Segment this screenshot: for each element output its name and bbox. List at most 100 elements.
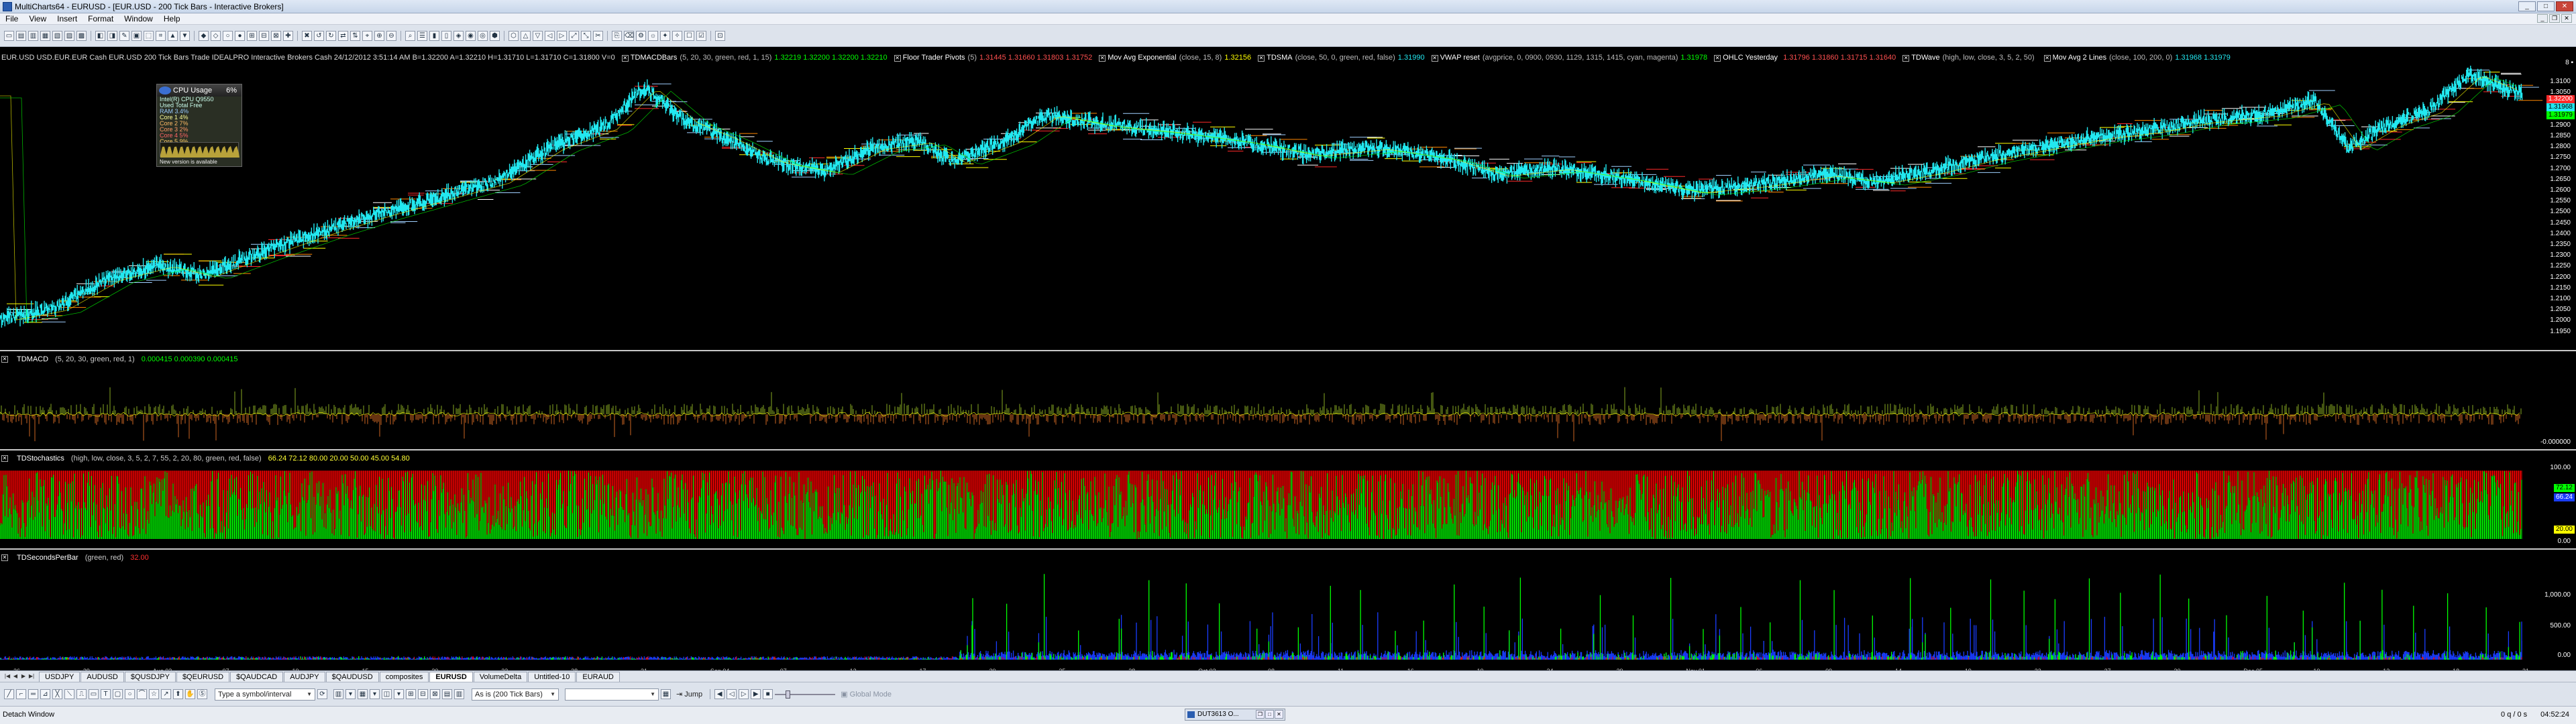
date-field[interactable]: ▼ bbox=[565, 688, 659, 701]
toolbar-tool-48-icon[interactable]: ⎘ bbox=[612, 30, 622, 41]
toolbar-tool-34-icon[interactable]: ▮ bbox=[429, 30, 439, 41]
tab-first-icon[interactable]: |◀ bbox=[4, 672, 11, 680]
toolbar-tool-8-icon[interactable]: ◧ bbox=[95, 30, 105, 41]
drawing-tool-17-icon[interactable]: Ⓢ bbox=[197, 689, 207, 699]
format-tool-1-icon[interactable]: ▥ bbox=[333, 689, 343, 699]
study-legend-item[interactable]: ✕ Mov Avg 2 Lines (close, 100, 200, 0) 1.31… bbox=[2043, 54, 2231, 62]
toolbar-tool-43-icon[interactable]: ◁ bbox=[545, 30, 555, 41]
workspace-tab[interactable]: Untitled-10 bbox=[528, 671, 576, 682]
workspace-tab[interactable]: $QEURUSD bbox=[176, 671, 230, 682]
jump-button[interactable]: ⇥ Jump bbox=[673, 688, 706, 701]
toolbar-tool-46-icon[interactable]: ⤡ bbox=[581, 30, 591, 41]
toolbar-tool-20-icon[interactable]: ⊞ bbox=[247, 30, 257, 41]
study-legend-item[interactable]: ✕ Floor Trader Pivots (5) 1.31445 1.31660 1… bbox=[894, 54, 1092, 62]
maximize-button[interactable]: □ bbox=[2537, 1, 2555, 11]
format-tool-11-icon[interactable]: ▥ bbox=[454, 689, 464, 699]
study-close-icon[interactable]: ✕ bbox=[1258, 55, 1265, 62]
toolbar-tool-5-icon[interactable]: ▧ bbox=[52, 30, 62, 41]
cpu-usage-widget[interactable]: CPU Usage 6% Intel(R) CPU Q9550 Used Tota… bbox=[156, 84, 242, 167]
study-legend-item[interactable]: ✕ TDWave (high, low, close, 3, 5, 2, 50) bbox=[1902, 54, 2037, 62]
study-close-icon[interactable]: ✕ bbox=[621, 55, 629, 62]
macd-axis[interactable]: -0.000000 bbox=[2529, 353, 2576, 449]
study-legend-item[interactable]: ✕ TDMACDBars (5, 20, 30, green, red, 1, 15… bbox=[621, 54, 888, 62]
toolbar-tool-29-icon[interactable]: ⌖ bbox=[362, 30, 372, 41]
drawing-tool-11-icon[interactable]: ○ bbox=[125, 689, 135, 699]
toolbar-tool-51-icon[interactable]: ☼ bbox=[648, 30, 658, 41]
drawing-tool-10-icon[interactable]: ▢ bbox=[113, 689, 123, 699]
study-legend-item[interactable]: ✕ VWAP reset (avgprice, 0, 0900, 0930, 112… bbox=[1431, 54, 1707, 62]
drawing-tool-3-icon[interactable]: ═ bbox=[28, 689, 38, 699]
cpu-footer[interactable]: New version is available bbox=[160, 159, 217, 165]
menu-view[interactable]: View bbox=[23, 14, 52, 23]
study-close-icon[interactable]: ✕ bbox=[894, 55, 901, 62]
resolution-select[interactable]: As is (200 Tick Bars) ▼ bbox=[472, 688, 559, 701]
drawing-tool-2-icon[interactable]: ⌐ bbox=[16, 689, 26, 699]
drawing-tool-7-icon[interactable]: ⎍ bbox=[76, 689, 87, 699]
minimized-window[interactable]: DUT3613 O... ❐ □ ✕ bbox=[1185, 709, 1285, 721]
drawing-tool-1-icon[interactable]: ╱ bbox=[4, 689, 14, 699]
tab-prev-icon[interactable]: ◀ bbox=[12, 672, 19, 680]
drawing-tool-4-icon[interactable]: ⊿ bbox=[40, 689, 50, 699]
toolbar-tool-36-icon[interactable]: ◈ bbox=[453, 30, 464, 41]
drawing-tool-16-icon[interactable]: ✋ bbox=[185, 689, 195, 699]
drawing-tool-9-icon[interactable]: T bbox=[101, 689, 111, 699]
study-close-icon[interactable]: ✕ bbox=[1902, 55, 1910, 62]
toolbar-tool-41-icon[interactable]: △ bbox=[521, 30, 531, 41]
macd-pane[interactable]: ✕ TDMACD (5, 20, 30, green, red, 1) 0.00… bbox=[0, 353, 2576, 450]
toolbar-tool-17-icon[interactable]: ◇ bbox=[211, 30, 221, 41]
toolbar-tool-4-icon[interactable]: ▦ bbox=[40, 30, 50, 41]
toolbar-tool-28-icon[interactable]: ⇅ bbox=[350, 30, 360, 41]
toolbar-tool-56-icon[interactable]: ⊡ bbox=[715, 30, 725, 41]
toolbar-tool-44-icon[interactable]: ▷ bbox=[557, 30, 567, 41]
format-tool-2-icon[interactable]: ▾ bbox=[345, 689, 356, 699]
stop-icon[interactable]: ■ bbox=[763, 689, 773, 699]
toolbar-tool-40-icon[interactable]: ⬡ bbox=[508, 30, 519, 41]
toolbar-tool-7-icon[interactable]: ▩ bbox=[76, 30, 87, 41]
toolbar-tool-39-icon[interactable]: ⬢ bbox=[490, 30, 500, 41]
drawing-tool-13-icon[interactable]: ☆ bbox=[149, 689, 159, 699]
tab-last-icon[interactable]: ▶| bbox=[28, 672, 35, 680]
toolbar-tool-38-icon[interactable]: ◎ bbox=[478, 30, 488, 41]
global-mode-toggle[interactable]: ▣ Global Mode bbox=[837, 688, 895, 701]
format-tool-6-icon[interactable]: ▾ bbox=[394, 689, 404, 699]
toolbar-tool-9-icon[interactable]: ◨ bbox=[107, 30, 117, 41]
drawing-tool-8-icon[interactable]: ▭ bbox=[89, 689, 99, 699]
toolbar-tool-11-icon[interactable]: ▣ bbox=[131, 30, 142, 41]
menu-file[interactable]: File bbox=[0, 14, 23, 23]
workspace-tab[interactable]: composites bbox=[379, 671, 429, 682]
play-back-icon[interactable]: ◀ bbox=[714, 689, 725, 699]
toolbar-tool-27-icon[interactable]: ⇄ bbox=[338, 30, 348, 41]
workspace-tab[interactable]: EURAUD bbox=[576, 671, 620, 682]
drawing-tool-12-icon[interactable]: ⌒ bbox=[137, 689, 147, 699]
drawing-tool-6-icon[interactable]: ⟍ bbox=[64, 689, 74, 699]
tab-next-icon[interactable]: ▶ bbox=[20, 672, 27, 680]
study-close-icon[interactable]: ✕ bbox=[1714, 55, 1721, 62]
toolbar-tool-54-icon[interactable]: ☐ bbox=[684, 30, 694, 41]
minwin-restore-button[interactable]: ❐ bbox=[1256, 710, 1265, 719]
menu-insert[interactable]: Insert bbox=[52, 14, 83, 23]
menu-format[interactable]: Format bbox=[83, 14, 119, 23]
toolbar-tool-50-icon[interactable]: ⚙ bbox=[636, 30, 646, 41]
seconds-per-bar-pane[interactable]: ✕ TDSecondsPerBar (green, red) 32.00 1,0… bbox=[0, 551, 2576, 668]
drawing-tool-15-icon[interactable]: ⬆ bbox=[173, 689, 183, 699]
toolbar-tool-15-icon[interactable]: ▼ bbox=[180, 30, 190, 41]
step-back-icon[interactable]: ◁ bbox=[727, 689, 737, 699]
close-button[interactable]: ✕ bbox=[2556, 1, 2573, 11]
toolbar-tool-33-icon[interactable]: ☰ bbox=[417, 30, 427, 41]
toolbar-tool-55-icon[interactable]: ☑ bbox=[696, 30, 706, 41]
chart-window[interactable]: EUR.USD USD.EUR.EUR Cash EUR.USD 200 Tic… bbox=[0, 47, 2576, 668]
playback-speed-slider[interactable] bbox=[775, 688, 836, 701]
format-tool-10-icon[interactable]: ▤ bbox=[442, 689, 452, 699]
menu-window[interactable]: Window bbox=[119, 14, 158, 23]
toolbar-tool-23-icon[interactable]: ✚ bbox=[283, 30, 293, 41]
toolbar-tool-30-icon[interactable]: ⊕ bbox=[374, 30, 384, 41]
menu-help[interactable]: Help bbox=[158, 14, 186, 23]
refresh-icon[interactable]: ⟳ bbox=[317, 689, 327, 699]
tps-axis[interactable]: 1,000.00 500.00 0.00 bbox=[2529, 551, 2576, 665]
workspace-tab[interactable]: VolumeDelta bbox=[473, 671, 528, 682]
format-tool-9-icon[interactable]: ⊠ bbox=[430, 689, 440, 699]
step-forward-icon[interactable]: ▷ bbox=[739, 689, 749, 699]
study-close-icon[interactable]: ✕ bbox=[1431, 55, 1438, 62]
mdi-minimize-button[interactable]: _ bbox=[2537, 14, 2548, 23]
format-tool-4-icon[interactable]: ▾ bbox=[370, 689, 380, 699]
